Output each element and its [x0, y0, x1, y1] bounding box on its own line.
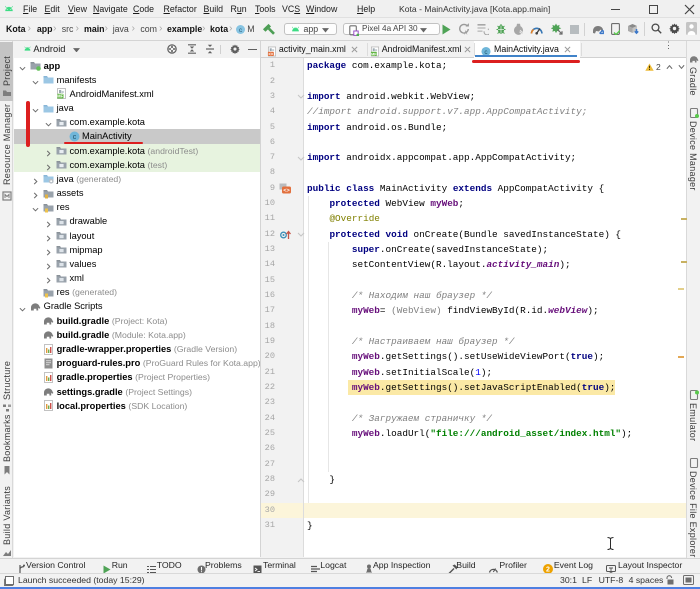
svg-text:<>: <> — [268, 51, 273, 56]
svg-text:c: c — [73, 134, 77, 141]
svg-text:MF: MF — [371, 52, 377, 56]
svg-text:<>: <> — [283, 187, 290, 194]
svg-text:MF: MF — [57, 94, 63, 99]
